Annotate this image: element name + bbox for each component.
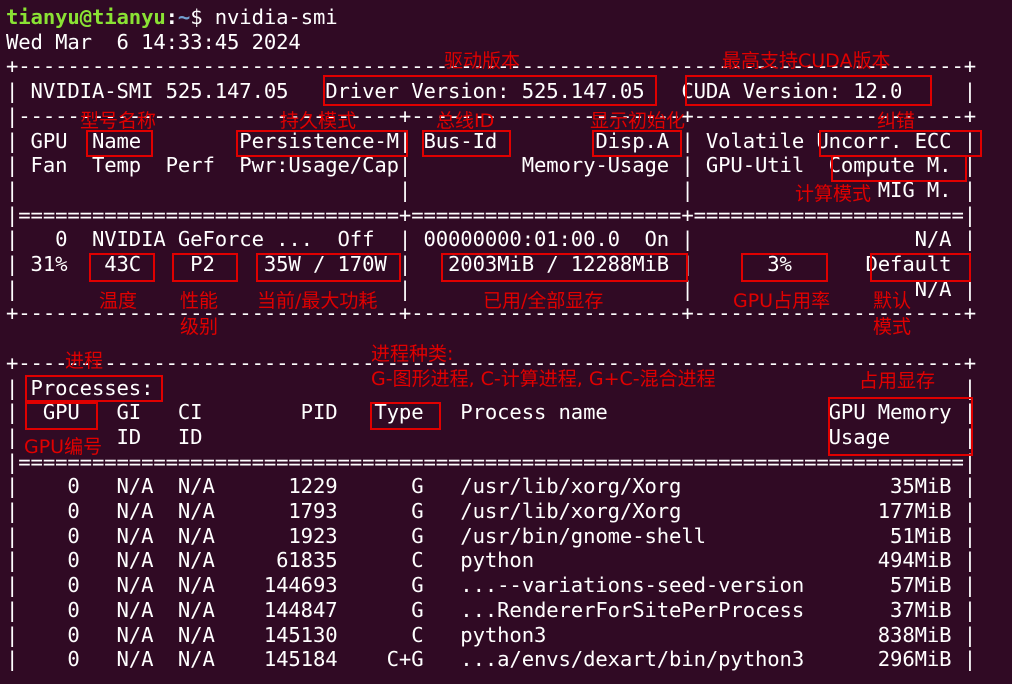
timestamp: Wed Mar 6 14:33:45 2024 bbox=[6, 29, 301, 54]
annotation-model-name: 型号名称 bbox=[80, 110, 157, 132]
annotation-perf-level-1: 性能 bbox=[180, 290, 219, 312]
annotation-perf-level-2: 级别 bbox=[180, 316, 219, 338]
process-row: | 0 N/A N/A 1793 G /usr/lib/xorg/Xorg 17… bbox=[6, 499, 977, 523]
annotation-temperature: 温度 bbox=[99, 290, 138, 312]
annotation-power: 当前/最大功耗 bbox=[257, 290, 378, 312]
gpu-header-2: | Fan Temp Perf Pwr:Usage/Cap| Memory-Us… bbox=[6, 153, 977, 178]
command-text: nvidia-smi bbox=[214, 5, 338, 29]
annotation-gpu-index: GPU编号 bbox=[24, 436, 103, 458]
prompt-symbol: $ bbox=[190, 5, 203, 29]
annotation-processes: 进程 bbox=[65, 350, 104, 372]
annotation-driver-version: 驱动版本 bbox=[444, 50, 521, 72]
annotation-default-mode-2: 模式 bbox=[873, 316, 912, 338]
terminal-window[interactable]: tianyu@tianyu:~$ nvidia-smi Wed Mar 6 14… bbox=[6, 5, 1012, 684]
command-prompt: tianyu@tianyu:~$ nvidia-smi bbox=[6, 5, 338, 30]
annotation-bus-id: 总线ID bbox=[436, 110, 495, 132]
process-row: | 0 N/A N/A 1923 G /usr/bin/gnome-shell … bbox=[6, 523, 977, 548]
annotation-persistence: 持久模式 bbox=[280, 110, 357, 132]
process-row: | 0 N/A N/A 144693 G ...--variations-see… bbox=[6, 573, 977, 598]
prompt-path: ~ bbox=[177, 5, 191, 29]
annotation-cuda-version: 最高支持CUDA版本 bbox=[722, 50, 891, 72]
gpu-header-1: | GPU Name Persistence-M| Bus-Id Disp.A … bbox=[6, 128, 977, 153]
process-row: | 0 N/A N/A 145130 C python3 838MiB | bbox=[6, 622, 977, 647]
processes-header-1: | GPU GI CI PID Type Process name GPU Me… bbox=[6, 400, 977, 425]
annotation-default-mode-1: 默认 bbox=[873, 290, 912, 312]
process-row: | 0 N/A N/A 1229 G /usr/lib/xorg/Xorg 35… bbox=[6, 474, 977, 499]
annotation-process-type-2: G-图形进程, C-计算进程, G+C-混合进程 bbox=[371, 368, 716, 390]
annotation-gpu-util: GPU占用率 bbox=[733, 290, 831, 312]
prompt-colon: : bbox=[165, 5, 178, 29]
process-row: | 0 N/A N/A 144847 G ...RendererForSiteP… bbox=[6, 597, 977, 622]
annotation-ecc: 纠错 bbox=[877, 110, 916, 132]
separator-eq: |===============================+=======… bbox=[6, 202, 977, 227]
process-row: | 0 N/A N/A 61835 C python 494MiB | bbox=[6, 548, 977, 573]
processes-header-2: | ID ID Usage | bbox=[6, 424, 977, 449]
prompt-user-host: tianyu@tianyu bbox=[6, 5, 166, 29]
process-row: | 0 N/A N/A 145184 C+G ...a/envs/dexart/… bbox=[6, 647, 977, 672]
gpu-row-1: | 0 NVIDIA GeForce ... Off | 00000000:01… bbox=[6, 227, 977, 252]
annotation-memory-usage: 已用/全部显存 bbox=[483, 290, 604, 312]
annotation-gpu-mem-used: 占用显存 bbox=[859, 370, 936, 392]
gpu-row-2: | 31% 43C P2 35W / 170W | 2003MiB / 1228… bbox=[6, 252, 977, 276]
annotation-display-init: 显示初始化 bbox=[590, 110, 686, 132]
annotation-compute-mode: 计算模式 bbox=[795, 183, 872, 205]
version-line: | NVIDIA-SMI 525.147.05 Driver Version: … bbox=[6, 79, 977, 104]
processes-separator: |=======================================… bbox=[6, 449, 977, 474]
annotation-process-type-1: 进程种类: bbox=[371, 343, 454, 365]
